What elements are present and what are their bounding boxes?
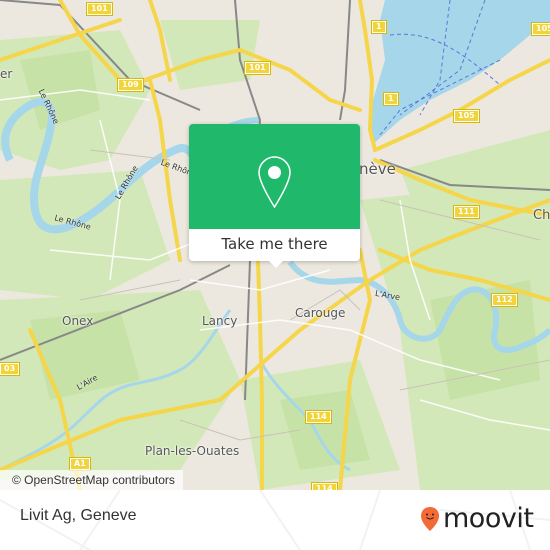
- place-label-carouge: Carouge: [295, 306, 346, 320]
- moovit-wordmark: moovit: [443, 503, 534, 534]
- place-label-plan-les-ouates: Plan-les-Ouates: [145, 444, 240, 458]
- osm-attribution[interactable]: © OpenStreetMap contributors: [0, 470, 183, 490]
- road-shield-03: 03: [0, 362, 21, 376]
- road-shield-101: 101: [86, 2, 113, 16]
- moovit-smiley-pin-icon: [421, 507, 439, 531]
- road-shield-114: 114: [311, 482, 338, 490]
- popup-header: [189, 124, 360, 229]
- road-shield-111: 111: [453, 205, 480, 219]
- road-shield-101: 101: [244, 61, 271, 75]
- place-label-geneve: nève: [359, 160, 396, 178]
- place-label-lancy: Lancy: [202, 314, 238, 328]
- moovit-logo[interactable]: moovit: [420, 503, 534, 534]
- location-popup[interactable]: Take me there: [189, 124, 360, 268]
- place-label-er: er: [0, 67, 13, 81]
- road-shield-105: 105: [531, 22, 550, 36]
- road-shield-105: 105: [453, 109, 480, 123]
- road-shield-a1: A1: [69, 457, 91, 471]
- road-shield-1: 1: [371, 20, 387, 34]
- location-pin-icon: [258, 156, 291, 209]
- location-title: Livit Ag, Geneve: [20, 507, 137, 524]
- place-label-onex: Onex: [62, 314, 94, 328]
- road-shield-109: 109: [117, 78, 144, 92]
- footer-bar: Livit Ag, Geneve moovit: [0, 490, 550, 550]
- road-shield-112: 112: [491, 293, 518, 307]
- place-label-ch: Ch: [533, 208, 550, 223]
- map-view[interactable]: Onex Lancy Carouge Plan-les-Ouates nève …: [0, 0, 550, 490]
- popup-pointer: [268, 260, 284, 268]
- road-shield-114: 114: [305, 410, 332, 424]
- take-me-there-button[interactable]: Take me there: [189, 229, 360, 261]
- road-shield-1: 1: [383, 92, 399, 106]
